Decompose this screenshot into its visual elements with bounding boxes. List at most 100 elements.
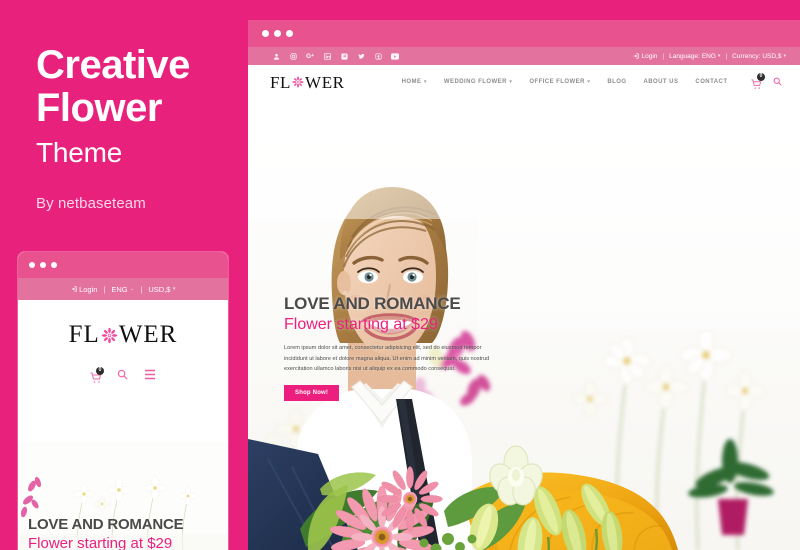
flower-rosette-icon (292, 76, 304, 88)
cart-button[interactable]: 0 (751, 72, 765, 89)
chevron-down-icon: ▾ (717, 53, 721, 59)
login-link[interactable]: Login (633, 53, 657, 60)
promo-panel: Creative Flower Theme By netbaseteam (36, 43, 246, 213)
mobile-cart-button[interactable]: 0 (90, 366, 104, 383)
nav-item-label: ABOUT US (643, 79, 679, 85)
mobile-currency-selector[interactable]: USD,$ ▾ (148, 285, 175, 294)
window-dot[interactable] (51, 262, 57, 268)
mobile-icon-row: 0 (18, 347, 228, 385)
chevron-down-icon: ▾ (423, 79, 427, 85)
mobile-cart-badge: 0 (96, 366, 104, 375)
hero-section: LOVE AND ROMANCE Flower starting at $29 … (248, 99, 800, 550)
window-dots (262, 30, 293, 37)
promo-byline: By netbaseteam (36, 195, 146, 213)
hero-heading: LOVE AND ROMANCE (284, 294, 461, 313)
nav-item-about-us[interactable]: ABOUT US (643, 79, 678, 85)
mobile-logo-post: WER (118, 321, 178, 348)
linkedin-icon[interactable] (323, 52, 331, 60)
nav-item-label: OFFICE FLOWER (529, 79, 585, 85)
mobile-login-link[interactable]: Login (71, 284, 98, 294)
mobile-menu-button[interactable] (144, 367, 156, 385)
twitter-icon[interactable] (357, 52, 365, 60)
login-icon (71, 286, 77, 292)
nav-item-label: BLOG (607, 79, 627, 85)
nav-item-label: HOME (401, 79, 422, 85)
hero-paragraph: Lorem ipsum dolor sit amet, consectetur … (284, 345, 490, 372)
flower-rosette-icon (101, 327, 118, 344)
instagram-icon[interactable] (289, 52, 297, 60)
google-plus-icon[interactable]: G + (306, 52, 314, 60)
promo-subtitle: Theme (36, 137, 123, 169)
mobile-hero: LOVE AND ROMANCE Flower starting at $29 (18, 442, 228, 550)
nav-item-office-flower[interactable]: OFFICE FLOWER ▾ (529, 79, 590, 85)
site-logo[interactable]: FL WER (270, 74, 345, 91)
nav-item-home[interactable]: HOME ▾ (402, 79, 427, 85)
window-dot[interactable] (286, 30, 293, 37)
shop-now-button[interactable]: Shop Now! (284, 385, 340, 402)
topbar-separator: | (725, 52, 728, 60)
promo-title-line2: Flower (36, 86, 162, 131)
nav-item-label: WEDDING FLOWER (443, 79, 507, 85)
promo-title: Creative Flower (36, 43, 246, 131)
social-links: G + (272, 52, 399, 60)
chevron-down-icon: ▾ (172, 286, 176, 292)
mobile-login-label: Login (79, 284, 98, 294)
topbar-separator: | (662, 52, 665, 60)
language-selector[interactable]: Language: ENG ▾ (669, 53, 720, 60)
chevron-down-icon: ▾ (783, 53, 786, 59)
mobile-site-logo[interactable]: FL WER (18, 300, 228, 347)
nav-item-label: CONTACT (695, 79, 728, 85)
mobile-search-button[interactable] (117, 367, 128, 385)
nav-item-blog[interactable]: BLOG (607, 79, 626, 85)
logo-pre: FL (270, 72, 292, 92)
tumblr-icon[interactable] (374, 52, 382, 60)
mobile-topbar: Login | ENG ⌄ | USD,$ ▾ (18, 278, 228, 300)
window-dot[interactable] (274, 30, 281, 37)
chevron-down-icon: ▾ (509, 79, 513, 85)
language-value: ENG (701, 52, 716, 60)
site-navigation: FL WER HOME ▾ WEDDING FLOWER ▾ OFFICE FL… (248, 65, 800, 99)
mobile-language-selector[interactable]: ENG ⌄ (111, 285, 134, 294)
mobile-hero-copy: LOVE AND ROMANCE Flower starting at $29 (28, 516, 184, 550)
desktop-topbar: G + Login | Language: ENG ▾ | Currency: … (248, 47, 800, 65)
window-dot[interactable] (29, 262, 35, 268)
desktop-topbar-right: Login | Language: ENG ▾ | Currency: USD,… (633, 53, 786, 60)
window-dot[interactable] (262, 30, 269, 37)
user-icon[interactable] (272, 52, 280, 60)
cart-badge: 0 (757, 72, 765, 81)
login-label: Login (641, 52, 658, 60)
nav-links: HOME ▾ WEDDING FLOWER ▾ OFFICE FLOWER ▾ … (402, 79, 728, 85)
promo-title-line1: Creative (36, 43, 190, 87)
pinterest-icon[interactable] (340, 52, 348, 60)
desktop-preview-window: G + Login | Language: ENG ▾ | Currency: … (248, 20, 800, 550)
mobile-topbar-separator: | (103, 284, 106, 294)
chevron-down-icon: ▾ (587, 79, 591, 85)
hero-copy: LOVE AND ROMANCE Flower starting at $29 … (284, 294, 514, 402)
currency-label: Currency: (732, 52, 761, 60)
mobile-hero-subheading: Flower starting at $29 (28, 534, 173, 550)
desktop-window-titlebar (248, 20, 800, 47)
nav-item-wedding-flower[interactable]: WEDDING FLOWER ▾ (444, 79, 512, 85)
chevron-down-icon: ⌄ (130, 286, 135, 292)
hamburger-menu-icon (145, 369, 155, 380)
currency-value: USD,$ (762, 52, 782, 60)
mobile-preview-window: Login | ENG ⌄ | USD,$ ▾ FL WER 0 LOVE AN… (18, 252, 228, 550)
mobile-window-titlebar (18, 252, 228, 278)
currency-selector[interactable]: Currency: USD,$ ▾ (732, 53, 786, 60)
language-label: Language: (669, 52, 700, 60)
search-icon (117, 369, 128, 380)
mobile-currency-value: USD,$ (148, 284, 171, 294)
nav-actions: 0 (751, 72, 782, 91)
logo-post: WER (305, 72, 345, 92)
search-icon (773, 77, 782, 86)
mobile-hero-heading: LOVE AND ROMANCE (28, 516, 184, 534)
mobile-logo-pre: FL (68, 321, 100, 348)
nav-item-contact[interactable]: CONTACT (695, 79, 727, 85)
mobile-topbar-separator: | (140, 284, 143, 294)
search-button[interactable] (773, 73, 782, 91)
window-dot[interactable] (40, 262, 46, 268)
mobile-language-value: ENG (111, 284, 128, 294)
window-dots (29, 262, 57, 268)
youtube-icon[interactable] (391, 52, 399, 60)
login-icon (634, 53, 640, 59)
